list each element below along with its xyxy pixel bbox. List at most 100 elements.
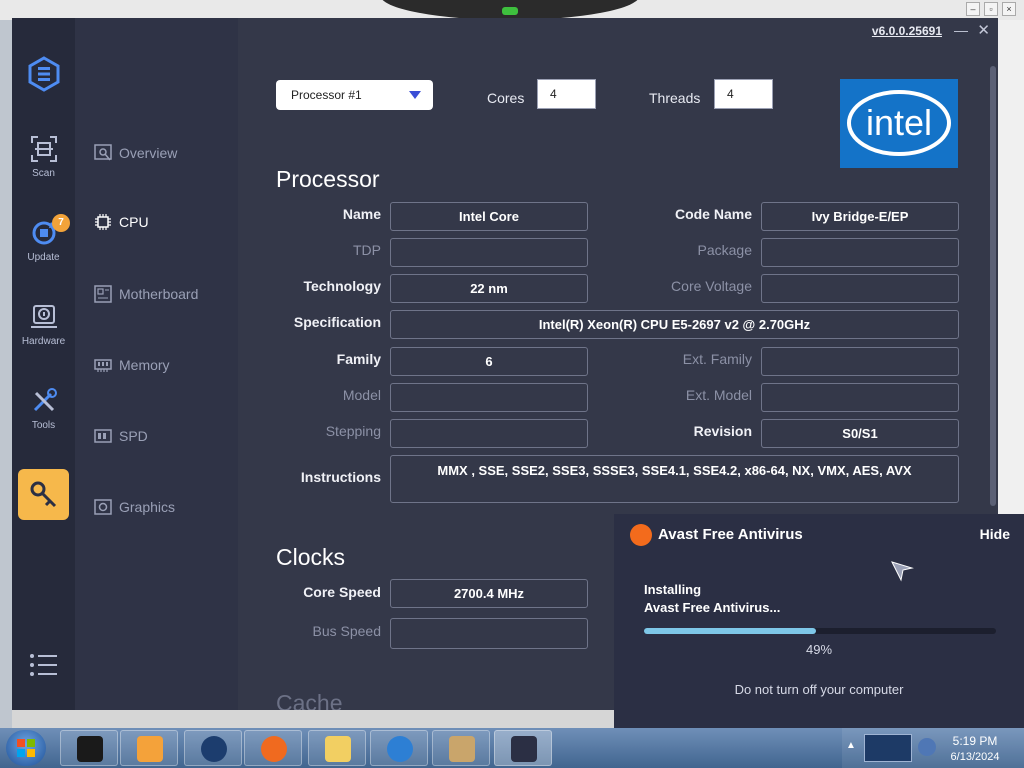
tools-icon	[33, 388, 57, 412]
hide-button[interactable]: Hide	[980, 526, 1010, 542]
revision-label: Revision	[693, 423, 752, 439]
tray-expand-icon[interactable]: ▲	[846, 740, 856, 751]
overview-icon	[94, 144, 112, 161]
subnav-spd[interactable]: SPD	[93, 424, 148, 448]
model-label: Model	[342, 387, 381, 403]
rail-hardware-label: Hardware	[21, 336, 66, 347]
windows-logo-icon	[17, 739, 35, 757]
instructions-field: MMX , SSE, SSE2, SSE3, SSSE3, SSE4.1, SS…	[390, 455, 959, 503]
app-logo-icon	[511, 736, 537, 762]
core-voltage-label: Core Voltage	[671, 278, 752, 294]
name-label: Name	[342, 206, 381, 222]
firefox-icon	[261, 736, 287, 762]
processor-select[interactable]: Processor #1	[276, 80, 433, 110]
bus-speed-label: Bus Speed	[312, 623, 382, 639]
threads-label: Threads	[649, 90, 701, 106]
code-name-label: Code Name	[674, 206, 752, 222]
name-field: Intel Core	[390, 202, 588, 231]
key-icon	[30, 481, 57, 508]
family-label: Family	[336, 351, 381, 367]
code-name-field: Ivy Bridge-E/EP	[761, 202, 959, 231]
rail-item-update[interactable]: 7 Update	[12, 214, 75, 263]
network-icon[interactable]	[918, 738, 936, 756]
taskbar-app-media[interactable]	[120, 730, 178, 766]
taskbar-app-1[interactable]	[60, 730, 118, 766]
version-link[interactable]: v6.0.0.25691	[872, 24, 942, 38]
package-field	[761, 238, 959, 267]
cores-label: Cores	[487, 90, 525, 106]
rail-item-hardware[interactable]: Hardware	[12, 302, 75, 347]
cache-section-title: Cache	[276, 690, 343, 710]
threads-field: 4	[714, 79, 773, 109]
subnav-spd-label: SPD	[119, 428, 148, 444]
subnav-memory[interactable]: Memory	[93, 353, 170, 377]
desktop-left-edge	[0, 20, 12, 728]
start-button[interactable]	[6, 730, 46, 766]
intel-logo-icon: intel	[847, 90, 951, 156]
clocks-section-title: Clocks	[276, 544, 346, 570]
avast-install-popup: Avast Free Antivirus Hide Installing Ava…	[614, 514, 1024, 728]
install-warning: Do not turn off your computer	[734, 682, 904, 697]
stepping-label: Stepping	[325, 423, 381, 439]
globe-icon	[201, 736, 227, 762]
update-badge: 7	[52, 214, 70, 232]
remote-toolbar-notch[interactable]	[380, 0, 640, 20]
dark-box-icon	[77, 736, 103, 762]
close-icon[interactable]: ✕	[977, 21, 990, 39]
rail-item-tools[interactable]: Tools	[12, 386, 75, 431]
media-player-icon	[137, 736, 163, 762]
taskbar-app-current[interactable]	[494, 730, 552, 766]
rail-tools-label: Tools	[31, 420, 56, 431]
close-icon[interactable]: ×	[1002, 2, 1016, 16]
subnav-overview-label: Overview	[119, 145, 178, 161]
cores-field: 4	[537, 79, 596, 109]
minimize-icon[interactable]: —	[954, 22, 968, 38]
subnav-motherboard-label: Motherboard	[119, 286, 199, 302]
taskbar-app-explorer[interactable]	[308, 730, 366, 766]
stepping-field	[390, 419, 588, 448]
tray-app-icon[interactable]	[864, 734, 912, 762]
subnav-cpu[interactable]: CPU	[93, 210, 149, 234]
ext-family-label: Ext. Family	[682, 351, 752, 367]
menu-list-icon[interactable]	[29, 652, 59, 678]
taskbar-app-firefox[interactable]	[244, 730, 302, 766]
install-status-line2: Avast Free Antivirus...	[644, 600, 781, 615]
icon-rail: Scan 7 Update Hardware Tools	[12, 18, 75, 710]
scan-icon	[30, 136, 57, 162]
technology-label: Technology	[303, 278, 381, 294]
svg-text:intel: intel	[866, 102, 932, 143]
tdp-field	[390, 238, 588, 267]
graphics-icon	[94, 499, 112, 515]
subnav-motherboard[interactable]: Motherboard	[93, 282, 198, 306]
motherboard-icon	[94, 285, 112, 303]
desktop-top-strip: – ▫ ×	[0, 0, 1024, 20]
revision-field: S0/S1	[761, 419, 959, 448]
subnav-graphics[interactable]: Graphics	[93, 495, 175, 519]
taskbar-app-7[interactable]	[432, 730, 490, 766]
minimize-icon[interactable]: –	[966, 2, 980, 16]
chevron-down-icon	[409, 91, 421, 99]
rail-item-scan[interactable]: Scan	[12, 134, 75, 179]
license-key-button[interactable]	[18, 469, 69, 520]
subnav-memory-label: Memory	[119, 357, 170, 373]
ext-model-label: Ext. Model	[685, 387, 752, 403]
spd-icon	[94, 429, 112, 443]
taskbar: ▲	[0, 728, 1024, 768]
technology-field: 22 nm	[390, 274, 588, 303]
remote-window-buttons: – ▫ ×	[966, 2, 1016, 16]
app-logo-icon	[28, 56, 60, 92]
package-label: Package	[697, 242, 752, 258]
taskbar-clock-date[interactable]: 6/13/2024	[945, 751, 1005, 763]
processor-select-value: Processor #1	[291, 88, 362, 102]
ext-model-field	[761, 383, 959, 412]
taskbar-app-3[interactable]	[184, 730, 242, 766]
taskbar-clock-time[interactable]: 5:19 PM	[945, 734, 1005, 748]
rail-update-label: Update	[27, 252, 60, 263]
restore-icon[interactable]: ▫	[984, 2, 998, 16]
folder-icon	[325, 736, 351, 762]
subnav-overview[interactable]: Overview	[93, 141, 177, 165]
cpu-icon	[95, 214, 111, 230]
scrollbar[interactable]	[990, 66, 996, 506]
tdp-label: TDP	[353, 242, 381, 258]
taskbar-app-ie[interactable]	[370, 730, 428, 766]
